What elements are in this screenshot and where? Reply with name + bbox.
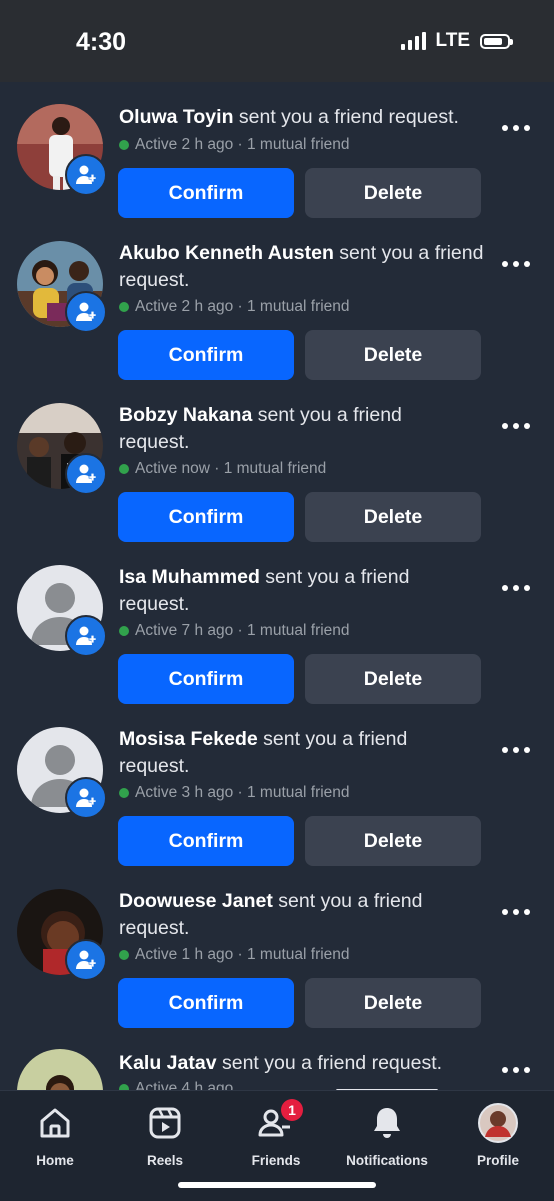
activity-text: Active now · 1 mutual friend [135, 460, 327, 477]
request-text: Oluwa Toyin sent you a friend request. [119, 104, 489, 131]
confirm-button[interactable]: Confirm [118, 168, 294, 218]
network-label: LTE [435, 30, 470, 51]
friend-request-item: Bobzy Nakana sent you a friend request. … [0, 403, 554, 568]
activity-text: Active 7 h ago · 1 mutual friend [135, 622, 350, 639]
avatar[interactable] [17, 1049, 103, 1090]
confirm-button[interactable]: Confirm [118, 330, 294, 380]
tab-reels[interactable]: Reels [120, 1103, 210, 1168]
activity-status: Active 4 h ago [119, 1080, 233, 1090]
delete-button[interactable]: Delete [305, 816, 481, 866]
confirm-button[interactable]: Confirm [118, 654, 294, 704]
avatar[interactable] [17, 889, 107, 981]
activity-text: Active 4 h ago [135, 1080, 234, 1090]
online-dot-icon [119, 140, 129, 150]
reels-icon [120, 1103, 210, 1143]
tab-label: Profile [476, 1153, 519, 1168]
delete-button[interactable]: Delete [305, 978, 481, 1028]
request-message: sent you a friend request. [216, 1052, 443, 1074]
request-message: sent you a friend request. [233, 106, 459, 128]
friend-request-item: Oluwa Toyin sent you a friend request. A… [0, 82, 554, 244]
request-text: Akubo Kenneth Austen sent you a friend r… [119, 240, 489, 294]
add-friend-icon [65, 291, 107, 333]
delete-button[interactable]: Delete [305, 330, 481, 380]
delete-button[interactable]: Delete [305, 492, 481, 542]
confirm-button[interactable]: Confirm [118, 978, 294, 1028]
add-friend-icon [65, 154, 107, 196]
activity-text: Active 3 h ago · 1 mutual friend [135, 784, 350, 801]
tab-profile[interactable]: Profile [453, 1103, 543, 1168]
avatar[interactable] [17, 565, 107, 657]
requester-name[interactable]: Isa Muhammed [119, 566, 260, 588]
status-bar: 4:30 LTE [0, 0, 554, 82]
online-dot-icon [119, 464, 129, 474]
activity-status: Active now · 1 mutual friend [119, 460, 326, 478]
requester-name[interactable]: Doowuese Janet [119, 890, 273, 912]
request-text: Doowuese Janet sent you a friend request… [119, 888, 459, 942]
requester-name[interactable]: Bobzy Nakana [119, 404, 252, 426]
friend-request-item: Doowuese Janet sent you a friend request… [0, 889, 554, 1054]
battery-icon [480, 33, 513, 49]
delete-button[interactable]: Delete [305, 654, 481, 704]
online-dot-icon [119, 626, 129, 636]
activity-text: Active 1 h ago · 1 mutual friend [135, 946, 350, 963]
tab-label: Reels [146, 1153, 184, 1168]
confirm-button[interactable]: Confirm [118, 816, 294, 866]
delete-button[interactable]: Delete [305, 168, 481, 218]
add-friend-icon [65, 615, 107, 657]
activity-text: Active 2 h ago · 1 mutual friend [135, 136, 350, 153]
activity-status: Active 2 h ago · 1 mutual friend [119, 136, 350, 154]
friend-request-item: Akubo Kenneth Austen sent you a friend r… [0, 241, 554, 406]
requester-name[interactable]: Oluwa Toyin [119, 106, 233, 128]
status-indicators: LTE [400, 30, 513, 52]
requester-name[interactable]: Kalu Jatav [119, 1052, 217, 1074]
requester-name[interactable]: Mosisa Fekede [119, 728, 258, 750]
tab-friends[interactable]: 1 Friends [231, 1099, 321, 1168]
more-options-icon[interactable] [502, 254, 536, 274]
online-dot-icon [119, 950, 129, 960]
friends-icon: 1 [231, 1099, 321, 1143]
more-options-icon[interactable] [502, 578, 536, 598]
requester-name[interactable]: Akubo Kenneth Austen [119, 242, 334, 264]
avatar[interactable] [17, 241, 107, 333]
avatar[interactable] [17, 403, 107, 495]
request-text: Bobzy Nakana sent you a friend request. [119, 402, 449, 456]
bell-icon [332, 1103, 442, 1143]
request-text: Isa Muhammed sent you a friend request. [119, 564, 449, 618]
activity-text: Active 2 h ago · 1 mutual friend [135, 298, 350, 315]
more-options-icon[interactable] [502, 416, 536, 436]
add-friend-icon [65, 777, 107, 819]
friend-requests-list: Oluwa Toyin sent you a friend request. A… [0, 82, 554, 1090]
more-options-icon[interactable] [502, 740, 536, 760]
tab-label: Friends [251, 1153, 301, 1168]
tab-label: Home [36, 1153, 74, 1168]
signal-icon [400, 32, 426, 50]
home-icon [10, 1103, 100, 1143]
request-text: Kalu Jatav sent you a friend request. [119, 1050, 489, 1077]
request-text: Mosisa Fekede sent you a friend request. [119, 726, 449, 780]
activity-status: Active 2 h ago · 1 mutual friend [119, 298, 350, 316]
confirm-button[interactable]: Confirm [118, 492, 294, 542]
profile-avatar [453, 1103, 543, 1143]
friend-request-item: Kalu Jatav sent you a friend request. Ac… [0, 1049, 554, 1090]
status-time: 4:30 [76, 28, 127, 56]
more-options-icon[interactable] [502, 902, 536, 922]
avatar[interactable] [17, 104, 107, 196]
friend-request-item: Isa Muhammed sent you a friend request. … [0, 565, 554, 730]
add-friend-icon [65, 939, 107, 981]
more-options-icon[interactable] [502, 118, 536, 138]
online-dot-icon [119, 788, 129, 798]
avatar[interactable] [17, 727, 107, 819]
more-options-icon[interactable] [502, 1060, 536, 1080]
home-indicator [178, 1182, 376, 1188]
online-dot-icon [119, 302, 129, 312]
add-friend-icon [65, 453, 107, 495]
friend-request-item: Mosisa Fekede sent you a friend request.… [0, 727, 554, 892]
tab-notifications[interactable]: Notifications [332, 1103, 442, 1168]
activity-status: Active 3 h ago · 1 mutual friend [119, 784, 350, 802]
activity-status: Active 7 h ago · 1 mutual friend [119, 622, 350, 640]
tab-label: Notifications [346, 1153, 428, 1168]
tab-home[interactable]: Home [10, 1103, 100, 1168]
activity-status: Active 1 h ago · 1 mutual friend [119, 946, 350, 964]
notification-badge: 1 [281, 1099, 303, 1121]
